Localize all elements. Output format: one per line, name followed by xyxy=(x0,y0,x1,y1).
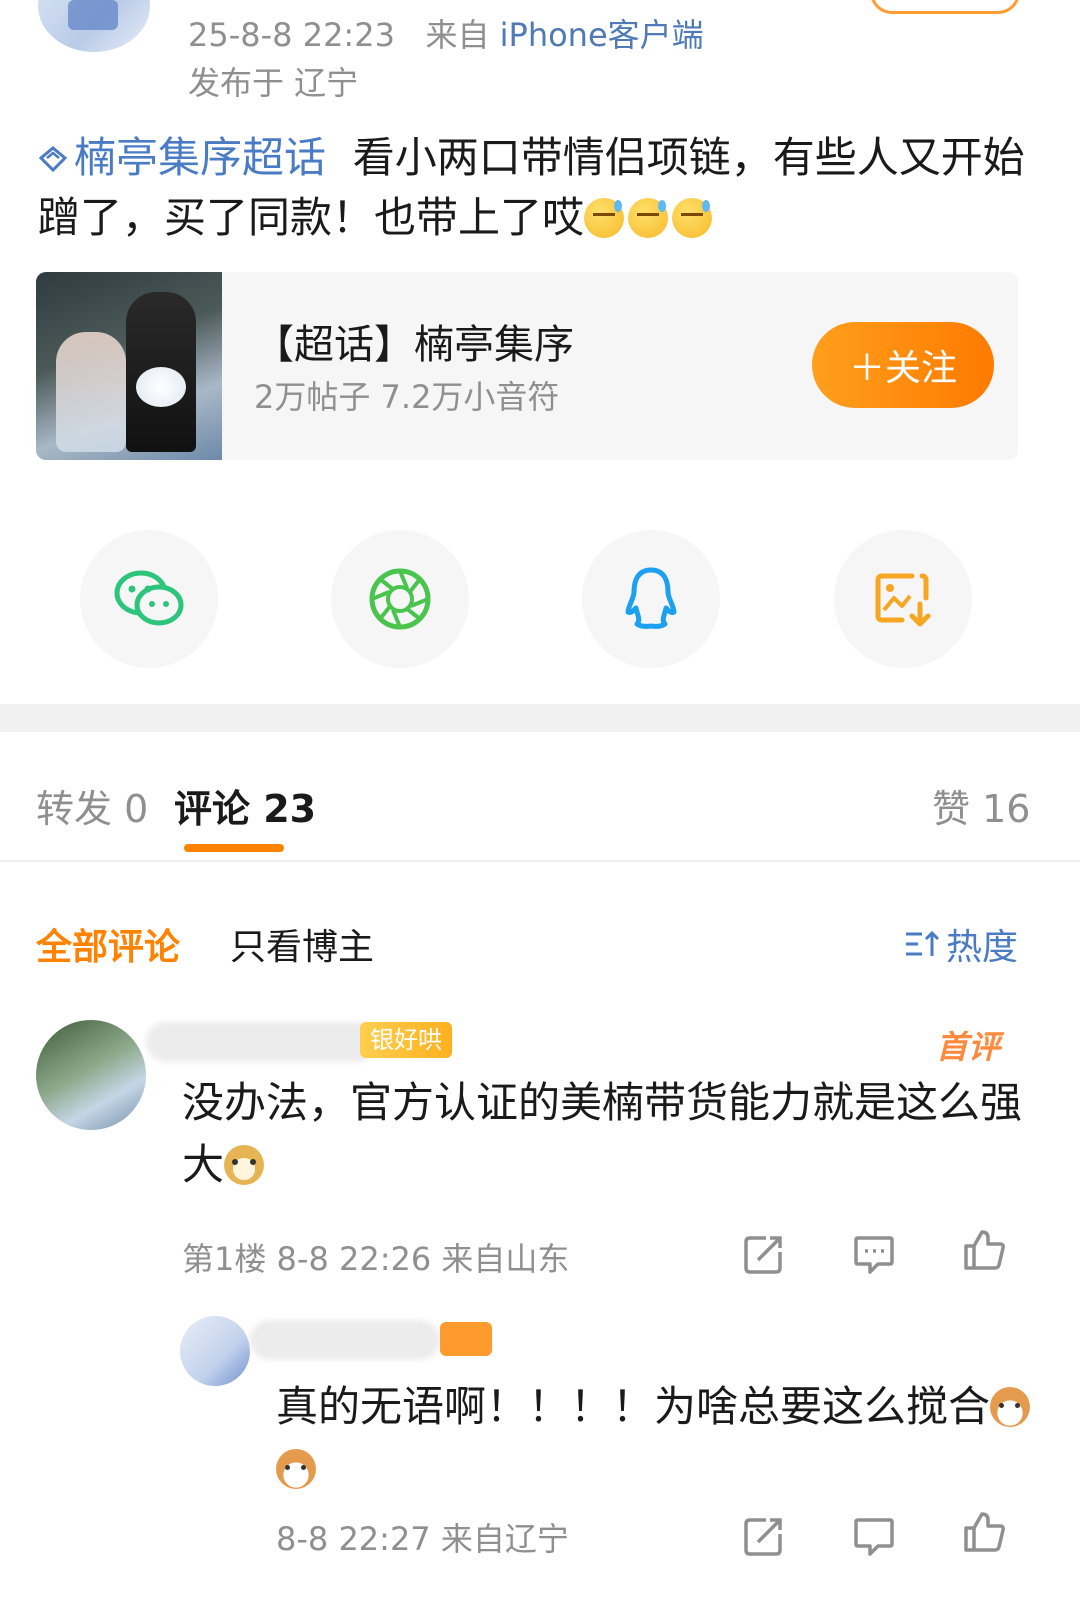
moments-icon xyxy=(369,568,431,630)
sort-icon xyxy=(906,930,940,956)
topic-card-title: 【超话】楠亭集序 xyxy=(254,322,574,368)
qq-icon xyxy=(625,567,677,629)
post-time: 25-8-8 22:23 xyxy=(188,16,395,54)
topic-link[interactable]: 楠亭集序超话 xyxy=(38,133,326,182)
follow-button[interactable]: ＋关注 xyxy=(812,322,994,408)
post-source[interactable]: iPhone客户端 xyxy=(500,16,704,54)
sweat-face-emoji xyxy=(628,198,669,238)
active-tab-indicator xyxy=(184,844,284,852)
post-body: 楠亭集序超话 看小两口带情侣项链，有些人又开始蹭了，买了同款！也带上了哎 xyxy=(38,128,1038,248)
share-moments-button[interactable] xyxy=(331,530,469,668)
post-location: 发布于 辽宁 xyxy=(188,64,359,102)
reply-badge xyxy=(440,1322,492,1356)
post-from-prefix: 来自 xyxy=(425,16,490,54)
commenter-avatar[interactable] xyxy=(36,1020,146,1130)
wechat-icon xyxy=(114,570,184,626)
sweat-face-emoji xyxy=(584,198,625,238)
comment-text-content: 没办法，官方认证的美楠带货能力就是这么强大 xyxy=(182,1078,1023,1189)
like-icon[interactable] xyxy=(962,1510,1006,1554)
post-meta: 25-8-8 22:23 来自 iPhone客户端 xyxy=(188,10,704,56)
tab-repost[interactable]: 转发 0 xyxy=(36,778,148,833)
share-qq-button[interactable] xyxy=(582,530,720,668)
reply-text-content: 真的无语啊！！！！为啥总要这么搅合 xyxy=(276,1382,991,1431)
first-comment-tag: 首评 xyxy=(936,1028,1001,1066)
doge-emoji xyxy=(224,1145,265,1185)
comment-text: 没办法，官方认证的美楠带货能力就是这么强大 xyxy=(182,1072,1032,1196)
sort-label: 热度 xyxy=(946,927,1019,968)
cat-emoji xyxy=(276,1449,316,1489)
reply-icon[interactable] xyxy=(852,1232,896,1276)
author-avatar[interactable] xyxy=(38,0,150,52)
filter-all-comments[interactable]: 全部评论 xyxy=(36,918,180,970)
top-follow-button[interactable] xyxy=(870,0,1020,14)
reply-icon[interactable] xyxy=(852,1514,896,1558)
tab-comments[interactable]: 评论 23 xyxy=(174,778,316,833)
comment-meta: 第1楼 8-8 22:26 来自山东 xyxy=(182,1240,570,1278)
tab-divider xyxy=(0,860,1080,862)
topic-card-stats: 2万帖子 7.2万小音符 xyxy=(254,378,560,416)
section-divider xyxy=(0,704,1080,732)
share-wechat-button[interactable] xyxy=(80,530,218,668)
commenter-name-blurred[interactable] xyxy=(146,1022,376,1062)
diamond-icon xyxy=(38,146,68,173)
filter-author-only[interactable]: 只看博主 xyxy=(230,918,374,970)
topic-label: 楠亭集序超话 xyxy=(74,133,327,182)
tab-likes[interactable]: 赞 16 xyxy=(932,778,1030,833)
save-image-button[interactable] xyxy=(834,530,972,668)
reply-text: 真的无语啊！！！！为啥总要这么搅合 xyxy=(276,1376,1036,1500)
sweat-face-emoji xyxy=(672,198,713,238)
repost-icon[interactable] xyxy=(742,1514,786,1558)
topic-card[interactable]: 【超话】楠亭集序 2万帖子 7.2万小音符 ＋关注 xyxy=(36,272,1018,460)
save-image-icon xyxy=(875,573,931,627)
repost-icon[interactable] xyxy=(742,1232,786,1276)
like-icon[interactable] xyxy=(962,1228,1006,1272)
reply-name-blurred[interactable] xyxy=(250,1320,440,1360)
reply-meta: 8-8 22:27 来自辽宁 xyxy=(276,1520,569,1558)
fan-badge[interactable]: 银好哄 xyxy=(360,1022,452,1058)
cat-emoji xyxy=(990,1387,1031,1427)
topic-card-image xyxy=(36,272,222,460)
reply-avatar[interactable] xyxy=(180,1316,250,1386)
sort-button[interactable]: 热度 xyxy=(904,918,1018,970)
